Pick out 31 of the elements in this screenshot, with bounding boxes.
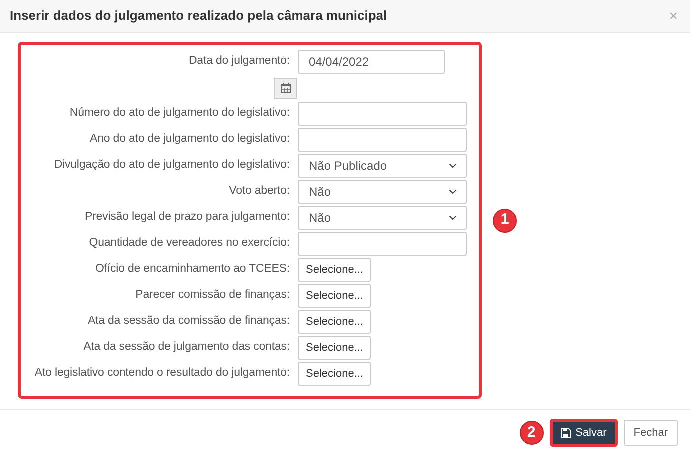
file-select-button[interactable]: Selecione...	[298, 310, 372, 334]
dialog-title: Inserir dados do julgamento realizado pela câmara municipal	[10, 7, 388, 26]
field-label: Ata da sessão de julgamento das contas:	[82, 340, 290, 356]
field-label: Previsão legal de prazo para julgamento:	[84, 210, 290, 226]
text-field[interactable]	[298, 232, 467, 256]
dropdown[interactable]: Não Publicado	[298, 154, 467, 178]
callout-marker: 2	[520, 421, 544, 445]
file-select-button[interactable]: Selecione...	[298, 258, 372, 282]
file-select-button[interactable]: Selecione...	[298, 336, 372, 360]
field-label: Data do julgamento:	[188, 54, 290, 70]
file-select-button[interactable]: Selecione...	[298, 362, 372, 386]
field-label: Voto aberto:	[228, 184, 290, 200]
field-label: Número do ato de julgamento do legislativo:	[68, 106, 290, 122]
field-label: Ano do ato de julgamento do legislativo:	[89, 132, 290, 148]
date-field[interactable]: 04/04/2022	[298, 50, 445, 74]
calendar-button[interactable]	[274, 78, 297, 98]
field-label: Parecer comissão de finanças:	[134, 288, 290, 304]
close-dialog-button[interactable]: Fechar	[624, 420, 678, 446]
field-label: Divulgação do ato de julgamento do legislativo:	[53, 158, 290, 174]
dropdown[interactable]: Não	[298, 180, 467, 204]
file-select-button[interactable]: Selecione...	[298, 284, 372, 308]
dropdown[interactable]: Não	[298, 206, 467, 230]
calendar-icon	[280, 83, 290, 93]
save-button[interactable]: Salvar	[550, 419, 618, 447]
field-label: Quantidade de vereadores no exercício:	[88, 236, 290, 252]
text-field[interactable]	[298, 128, 467, 152]
text-field[interactable]	[298, 102, 467, 126]
callout-marker: 1	[493, 208, 517, 232]
field-label: Ato legislativo contendo o resultado do julgamento:	[34, 366, 290, 382]
field-label: Ofício de encaminhamento ao TCEES:	[94, 262, 290, 278]
field-label: Ata da sessão da comissão de finanças:	[86, 314, 290, 330]
